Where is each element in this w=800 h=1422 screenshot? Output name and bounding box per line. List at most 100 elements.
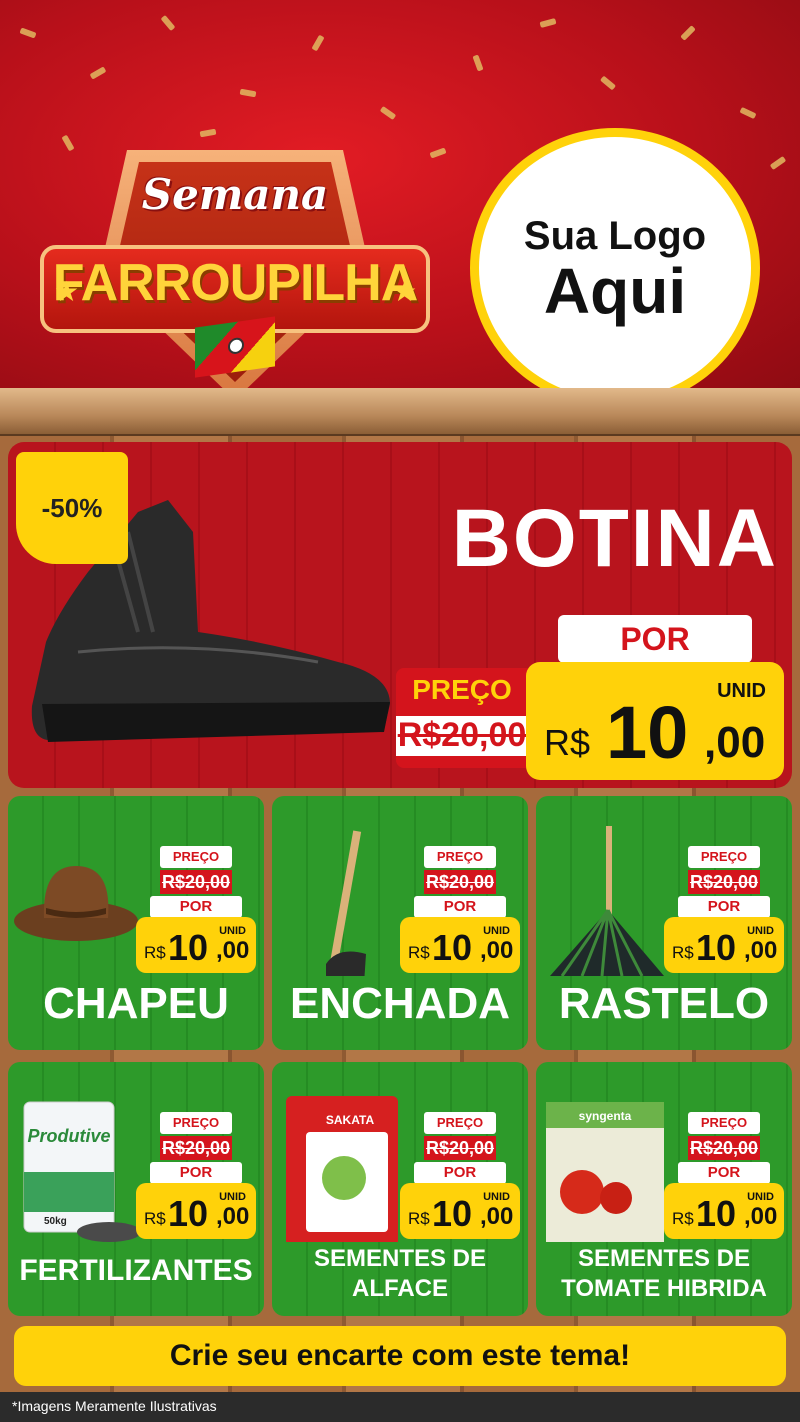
discount-tag: -50% (16, 452, 128, 564)
badge-farroupilha-text: FARROUPILHA (52, 254, 419, 312)
product-card-sementes-alface[interactable]: SAKATA PREÇO R$20,00 POR UNID R$ 10 ,00 … (272, 1062, 528, 1316)
product-name: ENCHADA (290, 979, 510, 1028)
currency: R$ (144, 1209, 166, 1228)
por-label: POR (414, 896, 506, 918)
por-label: POR (150, 1162, 242, 1184)
currency: R$ (408, 1209, 430, 1228)
preco-label: PREÇO (424, 1112, 496, 1134)
old-price: R$20,00 (688, 1136, 760, 1160)
product-name-line1: SEMENTES DE (313, 1245, 487, 1272)
preco-label: PREÇO (424, 846, 496, 868)
hat-icon (14, 866, 138, 941)
seed-packet-icon: SAKATA (286, 1096, 398, 1242)
price-box: UNID R$ 10 ,00 (136, 917, 256, 973)
disclaimer-text: *Imagens Meramente Ilustrativas (12, 1398, 217, 1414)
bag-brand-text: Produtive (27, 1126, 110, 1146)
old-price-box: PREÇO R$20,00 (424, 1112, 496, 1162)
currency: R$ (144, 943, 166, 962)
price-box: UNID R$ 10 ,00 (664, 917, 784, 973)
old-price: R$20,00 (160, 870, 232, 894)
old-price: R$20,00 (160, 1136, 232, 1160)
featured-title: BOTINA (451, 493, 778, 584)
confetti (311, 34, 325, 52)
product-name: SEMENTES DE TOMATE HIBRIDA (536, 1244, 792, 1304)
featured-product-card[interactable]: -50% BOTINA POR PREÇO R$20,00 UNID R$ 10… (8, 442, 792, 788)
cta-banner[interactable]: Crie seu encarte com este tema! (14, 1326, 786, 1386)
por-label: POR (414, 1162, 506, 1184)
product-name: FERTILIZANTES (19, 1254, 253, 1287)
product-name: SEMENTES DE ALFACE (272, 1244, 528, 1304)
product-name: CHAPEU (43, 979, 229, 1028)
pack-brand-text: syngenta (579, 1109, 632, 1123)
logo-line2: Aqui (543, 254, 687, 327)
price-decimal: ,00 (216, 937, 250, 964)
wood-shelf (0, 388, 800, 436)
unit-label: UNID (483, 1191, 510, 1203)
currency: R$ (544, 722, 591, 763)
old-price-box: PREÇO R$20,00 (688, 1112, 760, 1162)
currency: R$ (408, 943, 430, 962)
confetti (599, 75, 617, 91)
product-card-fertilizantes[interactable]: Produtive 50kg PREÇO R$20,00 POR UNID R$… (8, 1062, 264, 1316)
product-card-sementes-tomate[interactable]: syngenta PREÇO R$20,00 POR UNID R$ 10 ,0… (536, 1062, 792, 1316)
logo-placeholder: Sua Logo Aqui (470, 128, 760, 395)
product-card-chapeu[interactable]: PREÇO R$20,00 POR UNID R$ 10 ,00 CHAPEU (8, 796, 264, 1050)
old-price-box: PREÇO R$20,00 (160, 1112, 232, 1162)
old-price-box: PREÇO R$20,00 (688, 846, 760, 896)
header-banner: Semana FARROUPILHA ★ ★ Sua Logo Aqui (0, 0, 800, 395)
price-integer: 10 (168, 927, 209, 968)
product-card-rastelo[interactable]: PREÇO R$20,00 POR UNID R$ 10 ,00 RASTELO (536, 796, 792, 1050)
star-icon: ★ (54, 275, 80, 308)
unit-label: UNID (747, 925, 774, 937)
price-box: UNID R$ 10 ,00 (400, 917, 520, 973)
product-name-line1: SEMENTES DE (577, 1245, 751, 1272)
confetti (239, 88, 257, 98)
preco-label: PREÇO (688, 846, 760, 868)
price-decimal: ,00 (480, 937, 514, 964)
confetti (739, 106, 757, 120)
por-label: POR (678, 1162, 770, 1184)
por-label: POR (150, 896, 242, 918)
price-decimal: ,00 (216, 1203, 250, 1230)
product-name-line2: TOMATE HIBRIDA (561, 1275, 767, 1302)
confetti (472, 54, 484, 72)
price-integer: 10 (696, 1193, 737, 1234)
price-decimal: ,00 (744, 937, 778, 964)
preco-label: PREÇO (688, 1112, 760, 1134)
old-price: R$20,00 (424, 1136, 496, 1160)
por-label: POR (678, 896, 770, 918)
confetti (769, 155, 787, 171)
price-decimal: ,00 (704, 718, 766, 767)
price-box: UNID R$ 10 ,00 (136, 1183, 256, 1239)
confetti (199, 128, 217, 138)
pack-brand-text: SAKATA (326, 1113, 375, 1127)
unit-label: UNID (219, 925, 246, 937)
currency: R$ (672, 1209, 694, 1228)
old-price-box: PREÇO R$20,00 (424, 846, 496, 896)
confetti (680, 25, 696, 41)
old-price-box: PREÇO R$20,00 (396, 668, 528, 768)
price-box: UNID R$ 10 ,00 (400, 1183, 520, 1239)
confetti (379, 105, 397, 121)
confetti (89, 66, 107, 80)
old-price: R$20,00 (424, 870, 496, 894)
price-integer: 10 (432, 1193, 473, 1234)
price-box: UNID R$ 10 ,00 (526, 662, 784, 780)
confetti (429, 147, 447, 159)
por-label: POR (558, 615, 752, 663)
bag-weight-text: 50kg (44, 1216, 67, 1227)
footer: *Imagens Meramente Ilustrativas (0, 1392, 800, 1422)
old-price-box: PREÇO R$20,00 (160, 846, 232, 896)
preco-label: PREÇO (412, 674, 512, 705)
rake-icon (550, 826, 664, 976)
confetti (160, 14, 176, 32)
product-name: RASTELO (558, 979, 770, 1028)
hoe-icon (326, 830, 366, 976)
confetti (19, 27, 37, 39)
price-integer: 10 (168, 1193, 209, 1234)
old-price: R$20,00 (688, 870, 760, 894)
badge-semana-text: Semana (141, 170, 329, 219)
currency: R$ (672, 943, 694, 962)
product-card-enchada[interactable]: PREÇO R$20,00 POR UNID R$ 10 ,00 ENCHADA (272, 796, 528, 1050)
product-name-line2: ALFACE (352, 1275, 448, 1302)
